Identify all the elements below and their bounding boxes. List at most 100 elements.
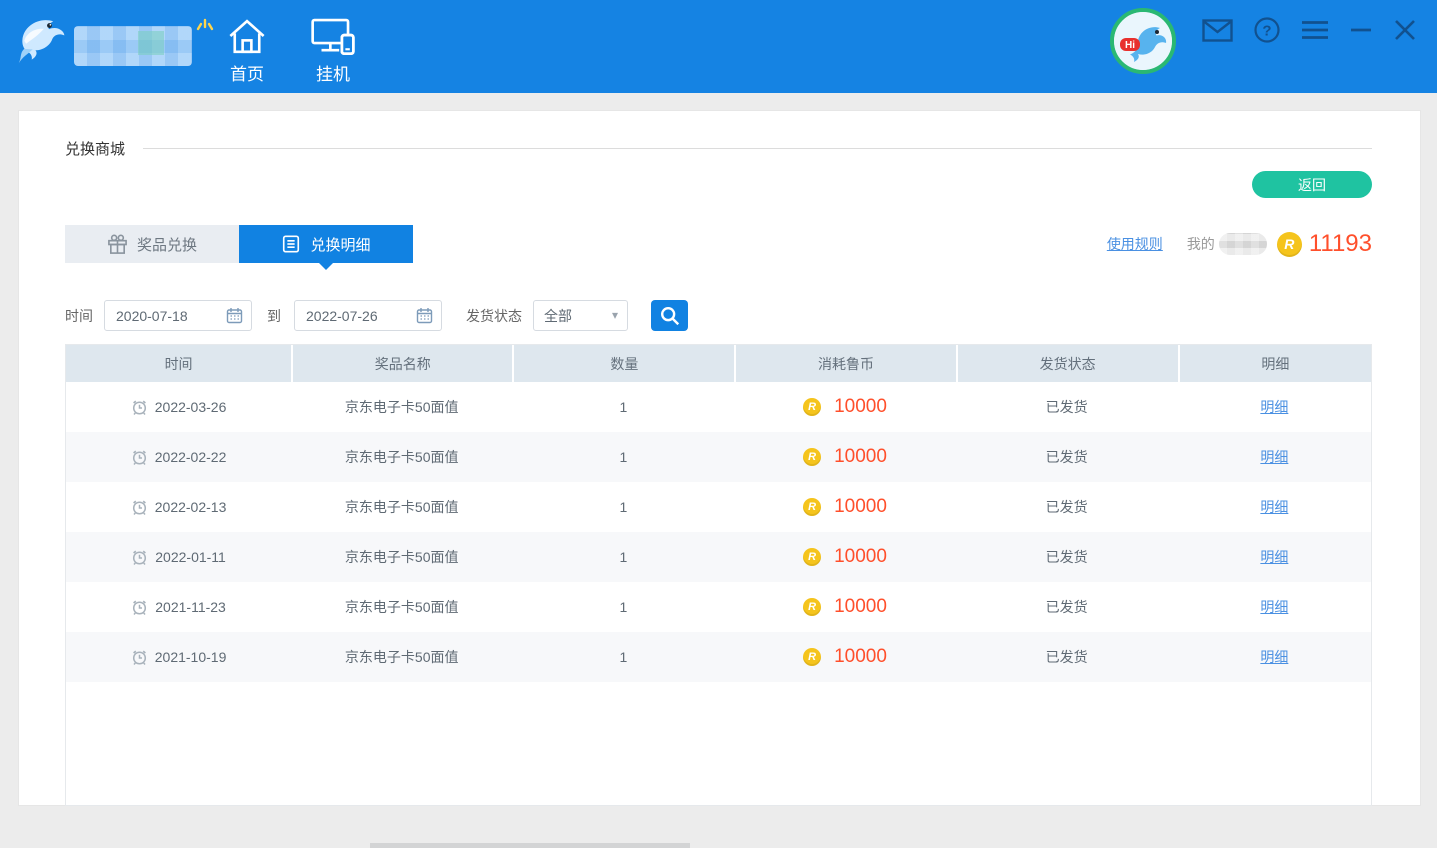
redacted-currency-name [1219, 233, 1267, 255]
back-button[interactable]: 返回 [1252, 171, 1372, 198]
menu-button[interactable] [1301, 20, 1329, 40]
row-prize: 京东电子卡50面值 [291, 382, 512, 432]
clock-icon [131, 449, 148, 466]
row-cost: 10000 [834, 496, 887, 518]
row-date: 2022-02-22 [155, 449, 227, 465]
row-date: 2021-10-19 [155, 649, 227, 665]
clock-icon [131, 399, 148, 416]
nav-item-home[interactable]: 首页 [226, 16, 268, 85]
section-title-row: 兑换商城 [65, 138, 1372, 158]
tabs: 奖品兑换 兑换明细 [65, 225, 413, 263]
nav-item-hangup[interactable]: 挂机 [310, 16, 356, 85]
close-button[interactable] [1393, 18, 1417, 42]
col-header-cost: 消耗鲁币 [734, 345, 955, 382]
to-label: 到 [267, 306, 281, 326]
nav-item-label: 挂机 [316, 60, 350, 85]
row-prize: 京东电子卡50面值 [291, 432, 512, 482]
date-to-input[interactable] [294, 300, 442, 331]
monitor-phone-icon [310, 16, 356, 56]
clock-icon [131, 649, 148, 666]
row-cost: 10000 [834, 446, 887, 468]
balance-value: 11193 [1309, 230, 1372, 258]
table-body: 2022-03-26 京东电子卡50面值 1 R 10000 已发货 明细 [66, 382, 1371, 682]
coin-icon: R [803, 648, 821, 666]
tab-label: 奖品兑换 [137, 234, 197, 255]
row-qty: 1 [512, 482, 734, 532]
coin-icon: R [803, 548, 821, 566]
coin-icon: R [803, 498, 821, 516]
row-qty: 1 [512, 382, 734, 432]
user-avatar[interactable]: Hi [1110, 8, 1176, 74]
row-date: 2022-03-26 [155, 399, 227, 415]
dolphin-logo-icon [14, 9, 70, 71]
coin-icon: R [1277, 232, 1302, 257]
help-button[interactable]: ? [1254, 17, 1280, 43]
tab-prize-exchange[interactable]: 奖品兑换 [65, 225, 239, 263]
time-filter-label: 时间 [65, 306, 93, 326]
gift-icon [107, 234, 128, 255]
window-controls: ? [1202, 17, 1417, 43]
row-detail-link[interactable]: 明细 [1260, 597, 1288, 617]
date-to-wrap [294, 300, 442, 331]
table-row: 2021-10-19 京东电子卡50面值 1 R 10000 已发货 明细 [66, 632, 1371, 682]
back-row: 返回 [65, 171, 1372, 198]
row-detail-link[interactable]: 明细 [1260, 447, 1288, 467]
table-row: 2022-02-13 京东电子卡50面值 1 R 10000 已发货 明细 [66, 482, 1371, 532]
row-detail-link[interactable]: 明细 [1260, 397, 1288, 417]
coin-icon: R [803, 598, 821, 616]
tab-exchange-details[interactable]: 兑换明细 [239, 225, 413, 263]
usage-rules-link[interactable]: 使用规则 [1107, 234, 1163, 254]
clock-icon [131, 549, 148, 566]
coin-icon: R [803, 448, 821, 466]
home-icon [226, 16, 268, 56]
search-button[interactable] [651, 300, 688, 331]
row-detail-link[interactable]: 明细 [1260, 647, 1288, 667]
row-status: 已发货 [956, 532, 1178, 582]
exchange-history-table: 时间 奖品名称 数量 消耗鲁币 发货状态 明细 [65, 344, 1372, 806]
chevron-down-icon: ▾ [612, 308, 618, 322]
help-icon: ? [1254, 17, 1280, 43]
minimize-button[interactable] [1350, 20, 1372, 40]
col-header-qty: 数量 [512, 345, 734, 382]
nav-item-label: 首页 [230, 60, 264, 85]
row-status: 已发货 [956, 582, 1178, 632]
row-prize: 京东电子卡50面值 [291, 632, 512, 682]
page-body: 兑换商城 返回 奖品兑换 [0, 93, 1437, 806]
titlebar: 首页 挂机 Hi [0, 0, 1437, 93]
date-from-wrap [104, 300, 252, 331]
row-prize: 京东电子卡50面值 [291, 582, 512, 632]
row-cost: 10000 [834, 646, 887, 668]
ship-status-select[interactable]: 全部 ▾ [533, 300, 628, 331]
row-cost: 10000 [834, 596, 887, 618]
row-status: 已发货 [956, 482, 1178, 532]
row-detail-link[interactable]: 明细 [1260, 547, 1288, 567]
row-cost: 10000 [834, 546, 887, 568]
table-header: 时间 奖品名称 数量 消耗鲁币 发货状态 明细 [66, 345, 1371, 382]
search-icon [659, 305, 681, 327]
row-date: 2022-01-11 [155, 549, 226, 565]
row-prize: 京东电子卡50面值 [291, 482, 512, 532]
row-detail-link[interactable]: 明细 [1260, 497, 1288, 517]
coin-icon: R [803, 398, 821, 416]
page-title: 兑换商城 [65, 138, 125, 159]
row-status: 已发货 [956, 432, 1178, 482]
list-doc-icon [281, 234, 301, 254]
exchange-mall-panel: 兑换商城 返回 奖品兑换 [18, 110, 1421, 806]
menu-icon [1301, 20, 1329, 40]
balance-group: 使用规则 我的 R 11193 [1107, 230, 1372, 258]
minimize-icon [1350, 20, 1372, 40]
svg-text:Hi: Hi [1125, 40, 1135, 51]
table-row: 2022-02-22 京东电子卡50面值 1 R 10000 已发货 明细 [66, 432, 1371, 482]
sparkle-icon [194, 17, 216, 35]
date-from-input[interactable] [104, 300, 252, 331]
mail-button[interactable] [1202, 19, 1233, 42]
row-date: 2021-11-23 [155, 599, 226, 615]
taskbar-peek [370, 843, 690, 848]
col-header-detail: 明细 [1178, 345, 1371, 382]
svg-text:?: ? [1262, 23, 1271, 40]
col-header-time: 时间 [66, 345, 291, 382]
mail-icon [1202, 19, 1233, 42]
col-header-status: 发货状态 [956, 345, 1178, 382]
col-header-prize: 奖品名称 [291, 345, 512, 382]
redacted-brand-name [74, 26, 192, 66]
